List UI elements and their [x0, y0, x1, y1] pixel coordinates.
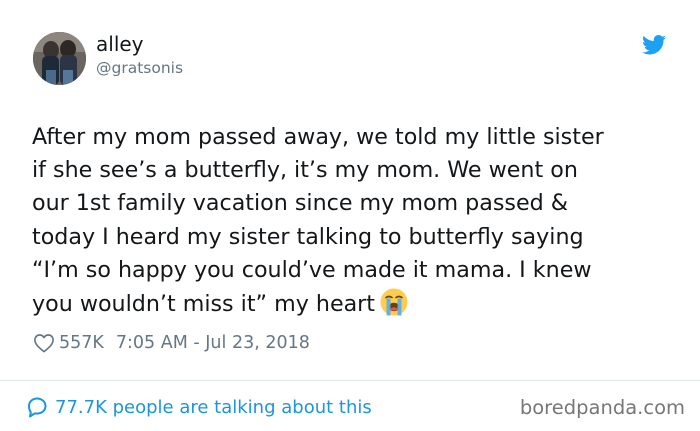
tweet-line: “I’m so happy you could’ve made it mama.… — [32, 256, 592, 283]
tweet-meta: 557K 7:05 AM - Jul 23, 2018 — [33, 331, 310, 355]
tweet-line: today I heard my sister talking to butte… — [32, 223, 584, 250]
tweet-line-last: you wouldn’t miss it” my heart — [32, 287, 682, 321]
speech-bubble-icon — [28, 397, 47, 418]
tweet-line: you wouldn’t miss it” my heart — [32, 291, 376, 318]
tweet-line: if she see’s a butterfly, it’s my mom. W… — [32, 157, 578, 184]
tweet-line: After my mom passed away, we told my lit… — [32, 124, 604, 150]
conversation-link[interactable]: 77.7K people are talking about this — [25, 394, 372, 420]
divider — [0, 380, 700, 381]
conversation-text[interactable]: 77.7K people are talking about this — [55, 397, 372, 418]
author-name[interactable]: alley — [96, 31, 144, 57]
watermark: boredpanda.com — [519, 396, 685, 419]
tweet-text: After my mom passed away, we told my lit… — [32, 121, 682, 321]
tweet-timestamp[interactable]: 7:05 AM - Jul 23, 2018 — [116, 333, 310, 353]
loudly-crying-face-icon — [380, 288, 408, 316]
avatar[interactable] — [33, 32, 86, 85]
tweet-card: alley @gratsonis After my mom passed awa… — [0, 0, 700, 431]
twitter-bird-icon[interactable] — [642, 35, 666, 55]
heart-outline-icon[interactable] — [33, 333, 55, 353]
tweet-line: our 1st family vacation since my mom pas… — [32, 190, 569, 217]
author-handle[interactable]: @gratsonis — [96, 58, 183, 78]
like-count[interactable]: 557K — [59, 333, 104, 353]
avatar-photo — [33, 32, 86, 85]
